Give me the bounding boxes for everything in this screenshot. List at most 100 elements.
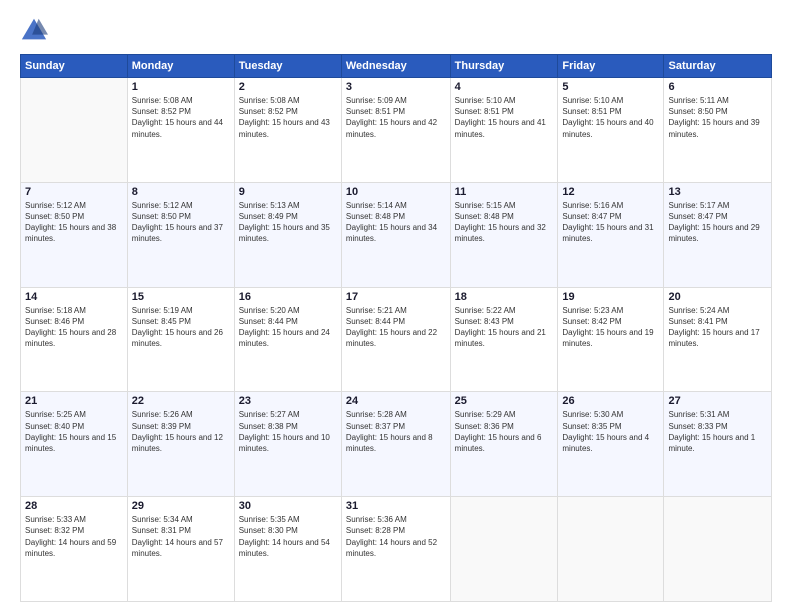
weekday-header: Tuesday xyxy=(234,55,341,78)
day-number: 2 xyxy=(239,81,337,93)
calendar-day-cell: 25 Sunrise: 5:29 AMSunset: 8:36 PMDayligh… xyxy=(450,392,558,497)
day-info: Sunrise: 5:36 AMSunset: 8:28 PMDaylight:… xyxy=(346,514,446,559)
day-info: Sunrise: 5:10 AMSunset: 8:51 PMDaylight:… xyxy=(455,95,554,140)
calendar-day-cell: 6Sunrise: 5:11 AMSunset: 8:50 PMDaylight… xyxy=(664,78,772,183)
day-info: Sunrise: 5:22 AMSunset: 8:43 PMDaylight:… xyxy=(455,305,554,350)
calendar-day-cell: 29 Sunrise: 5:34 AMSunset: 8:31 PMDayligh… xyxy=(127,497,234,602)
day-number: 23 xyxy=(239,395,337,407)
day-info: Sunrise: 5:28 AMSunset: 8:37 PMDaylight:… xyxy=(346,409,446,454)
calendar: SundayMondayTuesdayWednesdayThursdayFrid… xyxy=(20,54,772,602)
calendar-day-cell: 11 Sunrise: 5:15 AMSunset: 8:48 PMDayligh… xyxy=(450,182,558,287)
day-info: Sunrise: 5:17 AMSunset: 8:47 PMDaylight:… xyxy=(668,200,767,245)
day-info: Sunrise: 5:12 AMSunset: 8:50 PMDaylight:… xyxy=(132,200,230,245)
day-info: Sunrise: 5:10 AMSunset: 8:51 PMDaylight:… xyxy=(562,95,659,140)
calendar-day-cell: 15Sunrise: 5:19 AMSunset: 8:45 PMDayligh… xyxy=(127,287,234,392)
day-number: 26 xyxy=(562,395,659,407)
calendar-day-cell: 9 Sunrise: 5:13 AMSunset: 8:49 PMDaylight… xyxy=(234,182,341,287)
calendar-week-row: 7 Sunrise: 5:12 AMSunset: 8:50 PMDaylight… xyxy=(21,182,772,287)
calendar-day-cell xyxy=(21,78,128,183)
calendar-day-cell: 28Sunrise: 5:33 AMSunset: 8:32 PMDayligh… xyxy=(21,497,128,602)
calendar-day-cell: 22 Sunrise: 5:26 AMSunset: 8:39 PMDayligh… xyxy=(127,392,234,497)
weekday-header: Sunday xyxy=(21,55,128,78)
day-number: 8 xyxy=(132,186,230,198)
calendar-day-cell: 12 Sunrise: 5:16 AMSunset: 8:47 PMDayligh… xyxy=(558,182,664,287)
calendar-day-cell: 23 Sunrise: 5:27 AMSunset: 8:38 PMDayligh… xyxy=(234,392,341,497)
calendar-day-cell: 13 Sunrise: 5:17 AMSunset: 8:47 PMDayligh… xyxy=(664,182,772,287)
day-number: 1 xyxy=(132,81,230,93)
calendar-day-cell: 3Sunrise: 5:09 AMSunset: 8:51 PMDaylight… xyxy=(341,78,450,183)
calendar-day-cell: 30 Sunrise: 5:35 AMSunset: 8:30 PMDayligh… xyxy=(234,497,341,602)
calendar-day-cell: 17 Sunrise: 5:21 AMSunset: 8:44 PMDayligh… xyxy=(341,287,450,392)
calendar-day-cell xyxy=(558,497,664,602)
weekday-header: Monday xyxy=(127,55,234,78)
logo xyxy=(20,16,52,44)
calendar-day-cell: 24 Sunrise: 5:28 AMSunset: 8:37 PMDayligh… xyxy=(341,392,450,497)
calendar-week-row: 1 Sunrise: 5:08 AMSunset: 8:52 PMDaylight… xyxy=(21,78,772,183)
day-number: 29 xyxy=(132,500,230,512)
day-number: 31 xyxy=(346,500,446,512)
day-info: Sunrise: 5:19 AMSunset: 8:45 PMDaylight:… xyxy=(132,305,230,350)
day-info: Sunrise: 5:18 AMSunset: 8:46 PMDaylight:… xyxy=(25,305,123,350)
day-number: 24 xyxy=(346,395,446,407)
calendar-day-cell: 20Sunrise: 5:24 AMSunset: 8:41 PMDayligh… xyxy=(664,287,772,392)
day-info: Sunrise: 5:26 AMSunset: 8:39 PMDaylight:… xyxy=(132,409,230,454)
calendar-day-cell: 1 Sunrise: 5:08 AMSunset: 8:52 PMDaylight… xyxy=(127,78,234,183)
day-info: Sunrise: 5:13 AMSunset: 8:49 PMDaylight:… xyxy=(239,200,337,245)
weekday-header: Saturday xyxy=(664,55,772,78)
day-info: Sunrise: 5:33 AMSunset: 8:32 PMDaylight:… xyxy=(25,514,123,559)
day-info: Sunrise: 5:09 AMSunset: 8:51 PMDaylight:… xyxy=(346,95,446,140)
day-number: 13 xyxy=(668,186,767,198)
calendar-day-cell: 31 Sunrise: 5:36 AMSunset: 8:28 PMDayligh… xyxy=(341,497,450,602)
day-info: Sunrise: 5:34 AMSunset: 8:31 PMDaylight:… xyxy=(132,514,230,559)
day-info: Sunrise: 5:23 AMSunset: 8:42 PMDaylight:… xyxy=(562,305,659,350)
day-info: Sunrise: 5:27 AMSunset: 8:38 PMDaylight:… xyxy=(239,409,337,454)
day-number: 12 xyxy=(562,186,659,198)
day-number: 17 xyxy=(346,291,446,303)
day-info: Sunrise: 5:14 AMSunset: 8:48 PMDaylight:… xyxy=(346,200,446,245)
calendar-week-row: 28Sunrise: 5:33 AMSunset: 8:32 PMDayligh… xyxy=(21,497,772,602)
day-info: Sunrise: 5:16 AMSunset: 8:47 PMDaylight:… xyxy=(562,200,659,245)
day-number: 11 xyxy=(455,186,554,198)
calendar-day-cell: 5 Sunrise: 5:10 AMSunset: 8:51 PMDaylight… xyxy=(558,78,664,183)
day-info: Sunrise: 5:15 AMSunset: 8:48 PMDaylight:… xyxy=(455,200,554,245)
calendar-day-cell: 18 Sunrise: 5:22 AMSunset: 8:43 PMDayligh… xyxy=(450,287,558,392)
calendar-day-cell: 8 Sunrise: 5:12 AMSunset: 8:50 PMDaylight… xyxy=(127,182,234,287)
day-number: 25 xyxy=(455,395,554,407)
calendar-day-cell xyxy=(664,497,772,602)
day-number: 22 xyxy=(132,395,230,407)
weekday-header-row: SundayMondayTuesdayWednesdayThursdayFrid… xyxy=(21,55,772,78)
day-number: 6 xyxy=(668,81,767,93)
day-number: 4 xyxy=(455,81,554,93)
day-number: 10 xyxy=(346,186,446,198)
calendar-day-cell: 2 Sunrise: 5:08 AMSunset: 8:52 PMDaylight… xyxy=(234,78,341,183)
calendar-day-cell xyxy=(450,497,558,602)
day-number: 7 xyxy=(25,186,123,198)
day-info: Sunrise: 5:31 AMSunset: 8:33 PMDaylight:… xyxy=(668,409,767,454)
calendar-day-cell: 27Sunrise: 5:31 AMSunset: 8:33 PMDayligh… xyxy=(664,392,772,497)
day-number: 16 xyxy=(239,291,337,303)
day-number: 21 xyxy=(25,395,123,407)
day-info: Sunrise: 5:21 AMSunset: 8:44 PMDaylight:… xyxy=(346,305,446,350)
calendar-day-cell: 21Sunrise: 5:25 AMSunset: 8:40 PMDayligh… xyxy=(21,392,128,497)
day-number: 19 xyxy=(562,291,659,303)
day-number: 30 xyxy=(239,500,337,512)
calendar-week-row: 21Sunrise: 5:25 AMSunset: 8:40 PMDayligh… xyxy=(21,392,772,497)
day-info: Sunrise: 5:30 AMSunset: 8:35 PMDaylight:… xyxy=(562,409,659,454)
calendar-week-row: 14Sunrise: 5:18 AMSunset: 8:46 PMDayligh… xyxy=(21,287,772,392)
day-number: 9 xyxy=(239,186,337,198)
day-info: Sunrise: 5:35 AMSunset: 8:30 PMDaylight:… xyxy=(239,514,337,559)
header xyxy=(20,16,772,44)
day-info: Sunrise: 5:12 AMSunset: 8:50 PMDaylight:… xyxy=(25,200,123,245)
day-info: Sunrise: 5:08 AMSunset: 8:52 PMDaylight:… xyxy=(239,95,337,140)
calendar-day-cell: 7 Sunrise: 5:12 AMSunset: 8:50 PMDaylight… xyxy=(21,182,128,287)
day-info: Sunrise: 5:29 AMSunset: 8:36 PMDaylight:… xyxy=(455,409,554,454)
day-info: Sunrise: 5:24 AMSunset: 8:41 PMDaylight:… xyxy=(668,305,767,350)
page: SundayMondayTuesdayWednesdayThursdayFrid… xyxy=(0,0,792,612)
weekday-header: Thursday xyxy=(450,55,558,78)
logo-icon xyxy=(20,16,48,44)
day-number: 18 xyxy=(455,291,554,303)
calendar-day-cell: 10 Sunrise: 5:14 AMSunset: 8:48 PMDayligh… xyxy=(341,182,450,287)
day-info: Sunrise: 5:08 AMSunset: 8:52 PMDaylight:… xyxy=(132,95,230,140)
weekday-header: Friday xyxy=(558,55,664,78)
day-number: 5 xyxy=(562,81,659,93)
